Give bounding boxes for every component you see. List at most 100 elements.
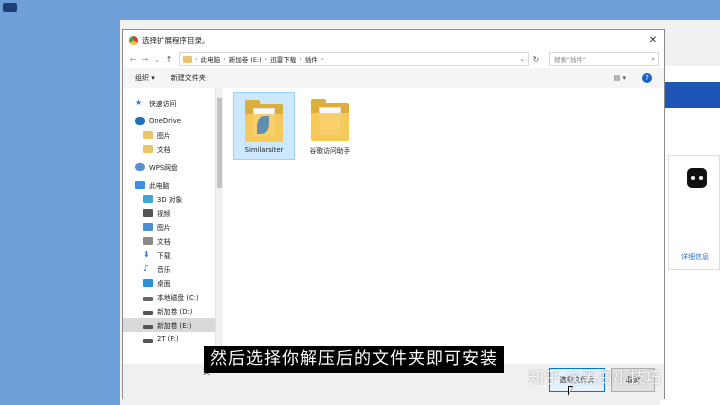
- sidebar-item-label: 快速访问: [149, 100, 177, 108]
- sidebar-item-label: 音乐: [157, 266, 171, 274]
- breadcrumb-item[interactable]: 此电脑: [201, 54, 221, 64]
- folder-icon: [143, 131, 153, 139]
- sidebar-item-label: 图片: [157, 224, 171, 232]
- help-icon[interactable]: ?: [642, 73, 652, 83]
- folder-item-google-helper[interactable]: 谷歌访问助手: [299, 92, 361, 160]
- breadcrumb-item[interactable]: 迅雷下载: [270, 54, 296, 64]
- sidebar-item[interactable]: ♪ 音乐: [123, 262, 215, 276]
- close-button[interactable]: ✕: [642, 35, 664, 46]
- drive-icon: [143, 338, 153, 343]
- address-row: ← → ⌄ ↑ › 此电脑 › 新加卷 (E:) › 迅雷下载 › 插件 › ⌄…: [123, 50, 664, 68]
- sidebar-item[interactable]: 2T (F:): [123, 332, 215, 346]
- folder-item-similarsiter[interactable]: Similarsiter: [233, 92, 295, 160]
- sidebar-item[interactable]: 文档: [123, 142, 215, 156]
- sidebar-item[interactable]: 新加卷 (E:): [123, 318, 215, 332]
- sidebar-item-label: 桌面: [157, 280, 171, 288]
- organize-button[interactable]: 组织 ▾: [135, 73, 155, 83]
- sidebar-item-label: 文档: [157, 146, 171, 154]
- folder-icon: [311, 99, 349, 141]
- search-input[interactable]: 搜索"插件" ⌕: [549, 52, 659, 66]
- taskbar-app-icon: [3, 3, 17, 12]
- drive-icon: [143, 296, 153, 301]
- extension-logo-icon: [687, 168, 707, 188]
- dialog-body: ★ 快速访问 OneDrive 图片 文档 WPS网盘 此电脑 3D 对象 视频 图片 文档 ⬇ 下载 ♪…: [123, 88, 664, 364]
- cloud-icon: [135, 163, 145, 171]
- file-view: Similarsiter 谷歌访问助手: [223, 88, 664, 364]
- breadcrumb-separator: ›: [264, 55, 268, 63]
- sidebar-item[interactable]: 图片: [123, 220, 215, 234]
- details-link[interactable]: 详细信息: [681, 252, 709, 262]
- sidebar-item-label: 本地磁盘 (C:): [157, 294, 199, 302]
- breadcrumb-separator: ›: [195, 55, 198, 63]
- sidebar-item[interactable]: 文档: [123, 234, 215, 248]
- sidebar-item[interactable]: ⬇ 下载: [123, 248, 215, 262]
- new-folder-button[interactable]: 新建文件夹: [171, 73, 206, 83]
- sidebar-item[interactable]: 视频: [123, 206, 215, 220]
- folder-name: Similarsiter: [244, 146, 284, 154]
- sidebar-item-label: OneDrive: [149, 117, 181, 125]
- sidebar-item-label: WPS网盘: [149, 164, 178, 172]
- folder-icon: [245, 100, 283, 142]
- sidebar-item[interactable]: 桌面: [123, 276, 215, 290]
- computer-icon: [135, 181, 145, 189]
- command-toolbar: 组织 ▾ 新建文件夹 ▤ ▾ ?: [123, 68, 664, 88]
- sidebar-item[interactable]: ★ 快速访问: [123, 96, 215, 110]
- cube-icon: [143, 195, 153, 203]
- sidebar-item-label: 视频: [157, 210, 171, 218]
- desktop-icon: [143, 279, 153, 287]
- breadcrumb-item[interactable]: 新加卷 (E:): [229, 54, 262, 64]
- sidebar-item-label: 新加卷 (D:): [157, 308, 193, 316]
- dialog-title: 选择扩展程序目录。: [142, 35, 210, 45]
- forward-arrow-icon[interactable]: →: [139, 55, 151, 64]
- sidebar-item[interactable]: 此电脑: [123, 178, 215, 192]
- folder-select-dialog: 选择扩展程序目录。 ✕ ← → ⌄ ↑ › 此电脑 › 新加卷 (E:) › 迅…: [122, 29, 665, 400]
- sidebar-item[interactable]: 图片: [123, 128, 215, 142]
- scrollbar-thumb[interactable]: [217, 98, 222, 188]
- star-icon: ★: [135, 98, 143, 107]
- folder-name: 谷歌访问助手: [309, 147, 351, 155]
- folder-icon: [143, 145, 153, 153]
- background-header-bar: [660, 82, 720, 108]
- recent-dropdown-icon[interactable]: ⌄: [151, 55, 163, 64]
- chevron-down-icon[interactable]: ⌄: [520, 55, 525, 63]
- sidebar-item[interactable]: 新加卷 (D:): [123, 304, 215, 318]
- sidebar-item-label: 新加卷 (E:): [157, 322, 192, 330]
- picture-icon: [143, 223, 153, 231]
- address-bar[interactable]: › 此电脑 › 新加卷 (E:) › 迅雷下载 › 插件 › ⌄: [179, 52, 529, 66]
- sidebar-item[interactable]: 本地磁盘 (C:): [123, 290, 215, 304]
- sidebar-item-label: 2T (F:): [157, 335, 179, 343]
- download-icon: ⬇: [143, 250, 150, 259]
- drive-icon: [143, 310, 153, 315]
- video-subtitle: 然后选择你解压后的文件夹即可安装: [204, 346, 504, 373]
- back-arrow-icon[interactable]: ←: [127, 55, 139, 64]
- breadcrumb-separator: ›: [299, 55, 302, 63]
- video-icon: [143, 209, 153, 217]
- folder-icon: [183, 55, 192, 63]
- breadcrumb-separator: ›: [223, 55, 226, 63]
- background-extension-card: 详细信息: [668, 155, 720, 270]
- document-icon: [143, 237, 153, 245]
- drive-icon: [143, 324, 153, 329]
- sidebar-item-label: 此电脑: [149, 182, 170, 190]
- sidebar-item-label: 下载: [157, 252, 171, 260]
- sidebar-item-label: 图片: [157, 132, 171, 140]
- chrome-icon: [129, 35, 138, 45]
- nav-scrollbar[interactable]: [215, 88, 223, 364]
- refresh-icon[interactable]: ↻: [529, 55, 543, 64]
- sidebar-item-label: 文档: [157, 238, 171, 246]
- breadcrumb-item[interactable]: 插件: [305, 54, 318, 64]
- mouse-cursor-icon: [568, 386, 573, 396]
- cloud-icon: [135, 117, 145, 125]
- watermark: 知乎 @黑白小技巧: [528, 368, 662, 387]
- sidebar-item[interactable]: WPS网盘: [123, 160, 215, 174]
- breadcrumb-separator: ›: [320, 55, 324, 63]
- view-options-icon[interactable]: ▤ ▾: [614, 74, 626, 82]
- search-placeholder: 搜索"插件": [554, 56, 586, 64]
- sidebar-item[interactable]: OneDrive: [123, 114, 215, 128]
- music-icon: ♪: [143, 264, 149, 274]
- dialog-titlebar: 选择扩展程序目录。 ✕: [123, 30, 664, 50]
- up-arrow-icon[interactable]: ↑: [163, 55, 175, 64]
- navigation-pane: ★ 快速访问 OneDrive 图片 文档 WPS网盘 此电脑 3D 对象 视频 图片 文档 ⬇ 下载 ♪…: [123, 88, 215, 364]
- sidebar-item[interactable]: 3D 对象: [123, 192, 215, 206]
- search-icon: ⌕: [651, 54, 655, 63]
